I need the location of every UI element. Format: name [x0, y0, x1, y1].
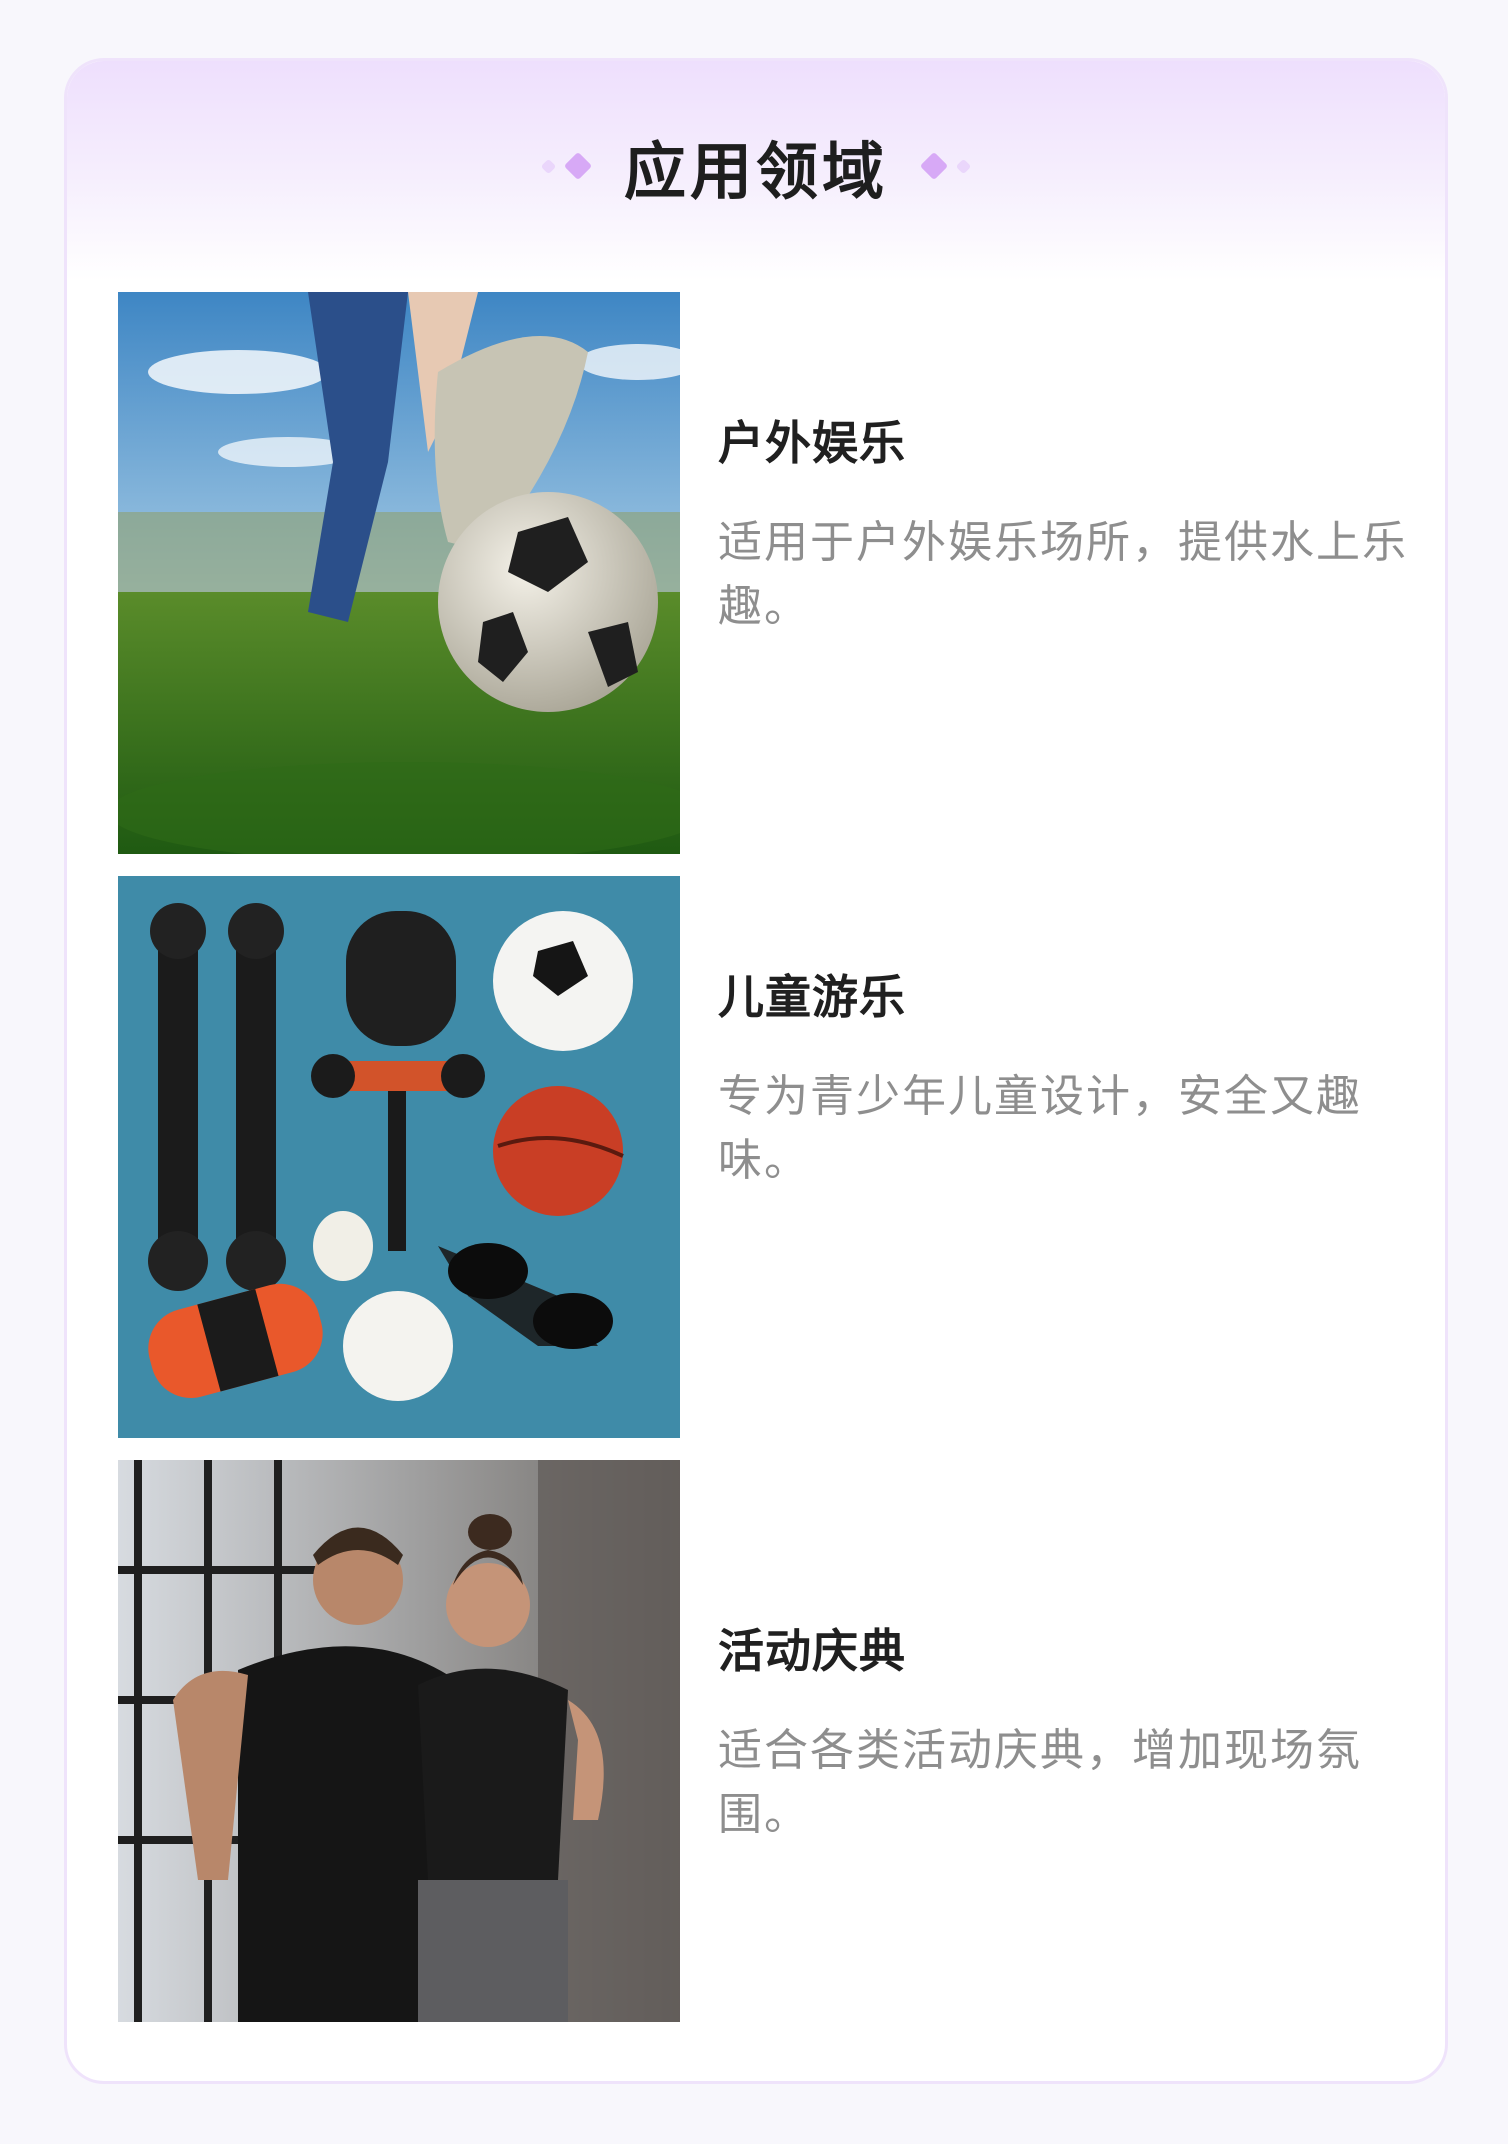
item-description: 专为青少年儿童设计，安全又趣味。 [718, 1071, 1362, 1186]
item-title: 儿童游乐 [718, 970, 906, 1024]
card-header: 应用领域 [67, 61, 1445, 281]
diamond-decoration-icon [540, 158, 557, 174]
item-image [118, 292, 680, 854]
application-areas-card: 应用领域 户外娱乐 适用于户外娱乐场所，提供水上乐趣。 儿童游乐 专为青少年儿童… [64, 58, 1448, 2084]
item-description: 适用于户外娱乐场所，提供水上乐趣。 [718, 517, 1408, 632]
title-row: 应用领域 [540, 121, 972, 211]
diamond-decoration-icon [919, 151, 949, 181]
list-item: 儿童游乐 专为青少年儿童设计，安全又趣味。 [118, 876, 1418, 1438]
diamond-decoration-icon [563, 151, 593, 181]
item-text: 户外娱乐 适用于户外娱乐场所，提供水上乐趣。 [718, 407, 1418, 639]
diamond-decoration-icon [955, 158, 972, 174]
item-description: 适合各类活动庆典，增加现场氛围。 [718, 1725, 1362, 1840]
section-title: 应用领域 [623, 135, 888, 208]
list-item: 活动庆典 适合各类活动庆典，增加现场氛围。 [118, 1460, 1418, 2022]
item-image [118, 876, 680, 1438]
item-title: 活动庆典 [718, 1624, 906, 1678]
list-item: 户外娱乐 适用于户外娱乐场所，提供水上乐趣。 [118, 292, 1418, 854]
item-text: 活动庆典 适合各类活动庆典，增加现场氛围。 [718, 1615, 1418, 1847]
item-title: 户外娱乐 [718, 416, 906, 470]
item-image [118, 1460, 680, 2022]
item-text: 儿童游乐 专为青少年儿童设计，安全又趣味。 [718, 961, 1418, 1193]
